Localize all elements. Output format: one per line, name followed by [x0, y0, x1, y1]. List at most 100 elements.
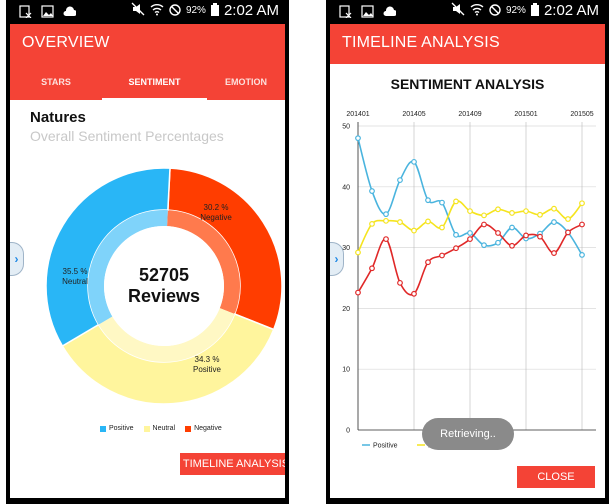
- data-point-negative[interactable]: [509, 242, 515, 249]
- data-point-negative[interactable]: [551, 250, 557, 256]
- data-point-neutral[interactable]: [439, 224, 445, 231]
- battery-icon: [210, 2, 219, 19]
- legend-item-neutral: Neutral: [143, 425, 175, 432]
- data-point-neutral[interactable]: [467, 208, 473, 215]
- battery-percent: 92%: [505, 5, 526, 16]
- legend-item-positive: Positive: [100, 425, 134, 432]
- chevron-right-icon: ›: [14, 252, 19, 266]
- data-point-neutral[interactable]: [481, 212, 487, 219]
- clock: 2:02 AM: [543, 2, 599, 19]
- data-point-negative[interactable]: [537, 233, 543, 240]
- x-tick-label: 201401: [346, 111, 369, 118]
- data-point-neutral[interactable]: [369, 220, 375, 227]
- data-point-positive[interactable]: [383, 211, 389, 218]
- sentiment-donut-chart: 30.2 % Negative 35.5 % Neutral 34.3 % Po…: [45, 167, 283, 405]
- data-point-neutral[interactable]: [551, 205, 557, 212]
- tab-stars[interactable]: STARS: [10, 64, 102, 100]
- data-point-positive[interactable]: [411, 158, 417, 165]
- data-point-neutral[interactable]: [579, 200, 585, 207]
- screen-title: OVERVIEW: [22, 34, 110, 51]
- tab-emotion[interactable]: EMOTION: [207, 64, 285, 100]
- negative-name-label: Negative: [200, 213, 232, 222]
- overview-screen: 92% 2:02 AM OVERVIEW STARS SENTIMENT EMO…: [10, 0, 285, 498]
- battery-percent: 92%: [185, 5, 206, 16]
- data-point-positive[interactable]: [509, 224, 515, 231]
- chart-title: SENTIMENT ANALYSIS: [390, 76, 545, 92]
- wifi-icon: [470, 2, 484, 19]
- legend-label-positive: Positive: [109, 425, 134, 432]
- cloud-icon: [382, 4, 396, 18]
- legend-item-negative: Negative: [185, 425, 222, 432]
- timeline-analysis-button[interactable]: TIMELINE ANALYSIS: [180, 453, 285, 475]
- tab-bar: STARS SENTIMENT EMOTION: [10, 64, 285, 100]
- data-point-positive[interactable]: [481, 242, 487, 249]
- data-point-neutral[interactable]: [495, 206, 501, 213]
- y-tick-label: 40: [342, 184, 350, 191]
- data-point-negative[interactable]: [439, 252, 445, 259]
- data-point-neutral[interactable]: [509, 210, 515, 216]
- data-point-negative[interactable]: [355, 289, 361, 296]
- app-bar: OVERVIEW: [10, 24, 285, 64]
- mute-icon: [131, 2, 145, 19]
- data-point-neutral[interactable]: [523, 208, 529, 215]
- no-sim-icon: [18, 4, 32, 18]
- positive-name-label: Positive: [193, 365, 222, 374]
- data-point-positive[interactable]: [551, 219, 557, 225]
- section-subtitle: Overall Sentiment Percentages: [30, 128, 224, 144]
- data-point-positive[interactable]: [397, 177, 403, 184]
- phone-left: 92% 2:02 AM OVERVIEW STARS SENTIMENT EMO…: [6, 0, 289, 504]
- data-point-negative[interactable]: [481, 221, 487, 228]
- data-point-negative[interactable]: [425, 259, 431, 266]
- negative-pct-label: 30.2 %: [204, 203, 229, 212]
- data-point-positive[interactable]: [453, 231, 459, 238]
- data-point-positive[interactable]: [369, 188, 375, 194]
- image-icon: [40, 4, 54, 18]
- data-point-negative[interactable]: [411, 290, 417, 297]
- data-point-positive[interactable]: [355, 135, 361, 142]
- app-bar: TIMELINE ANALYSIS: [330, 24, 605, 64]
- data-point-neutral[interactable]: [383, 217, 389, 224]
- data-point-neutral[interactable]: [355, 249, 361, 256]
- y-tick-label: 0: [346, 428, 350, 435]
- data-point-positive[interactable]: [439, 199, 445, 206]
- data-point-positive[interactable]: [495, 239, 501, 246]
- data-point-neutral[interactable]: [425, 218, 431, 225]
- data-point-positive[interactable]: [579, 251, 585, 258]
- data-point-negative[interactable]: [523, 232, 529, 239]
- x-tick-label: 201501: [514, 111, 537, 118]
- status-bar: 92% 2:02 AM: [10, 0, 285, 24]
- y-tick-label: 30: [342, 245, 350, 252]
- data-point-negative[interactable]: [369, 265, 375, 272]
- data-point-neutral[interactable]: [397, 219, 403, 225]
- drawer-handle[interactable]: ›: [10, 242, 24, 276]
- data-point-neutral[interactable]: [537, 211, 543, 218]
- cloud-icon: [62, 4, 76, 18]
- data-point-negative[interactable]: [453, 245, 459, 252]
- data-point-neutral[interactable]: [411, 227, 417, 234]
- data-point-negative[interactable]: [467, 236, 473, 242]
- data-point-negative[interactable]: [495, 230, 501, 236]
- data-point-negative[interactable]: [383, 236, 389, 242]
- screen-title: TIMELINE ANALYSIS: [342, 34, 500, 51]
- status-bar: 92% 2:02 AM: [330, 0, 605, 24]
- tab-sentiment[interactable]: SENTIMENT: [102, 64, 207, 100]
- reviews-count: 52705: [139, 265, 189, 285]
- data-point-negative[interactable]: [579, 221, 585, 228]
- data-point-neutral[interactable]: [565, 216, 571, 222]
- data-point-neutral[interactable]: [453, 198, 459, 205]
- neutral-pct-label: 35.5 %: [63, 267, 88, 276]
- pie-legend: Positive Neutral Negative: [100, 425, 222, 432]
- legend-swatch-positive: [100, 425, 106, 432]
- legend-label-negative: Negative: [194, 425, 222, 432]
- data-point-negative[interactable]: [397, 279, 403, 286]
- neutral-name-label: Neutral: [62, 277, 88, 286]
- close-button[interactable]: CLOSE: [517, 466, 595, 488]
- data-point-positive[interactable]: [425, 197, 431, 204]
- block-icon: [489, 3, 501, 19]
- data-point-negative[interactable]: [565, 229, 571, 236]
- x-tick-label: 201409: [458, 111, 481, 118]
- clock: 2:02 AM: [223, 2, 279, 19]
- y-tick-label: 20: [342, 306, 350, 313]
- retrieving-toast: Retrieving..: [422, 418, 514, 450]
- data-point-positive[interactable]: [467, 230, 473, 236]
